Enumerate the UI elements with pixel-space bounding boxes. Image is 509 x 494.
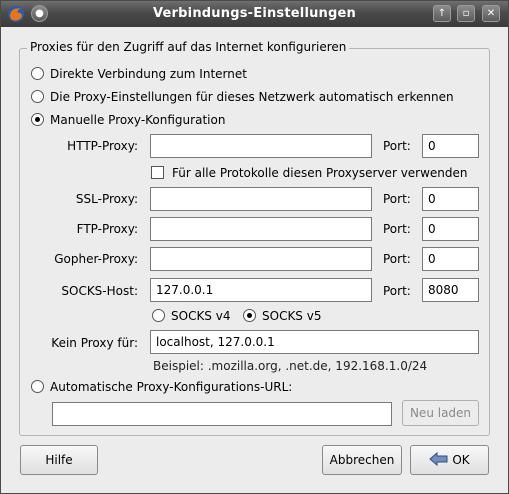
- socks-port-input[interactable]: [422, 278, 479, 302]
- no-proxy-example: Beispiel: .mozilla.org, .net.de, 192.168…: [153, 359, 428, 373]
- manual-radio[interactable]: [31, 113, 44, 126]
- gopher-proxy-input[interactable]: [150, 247, 372, 271]
- manual-label[interactable]: Manuelle Proxy-Konfiguration: [50, 113, 225, 127]
- http-port-label: Port:: [383, 139, 411, 153]
- ssl-proxy-label: SSL-Proxy:: [75, 192, 138, 206]
- auto-url-radio[interactable]: [31, 380, 44, 393]
- same-proxy-checkbox[interactable]: [151, 166, 164, 179]
- auto-url-input[interactable]: [52, 402, 392, 426]
- socks-host-input[interactable]: [150, 278, 372, 302]
- direct-label[interactable]: Direkte Verbindung zum Internet: [50, 67, 247, 81]
- title-bar[interactable]: ● Verbindungs-Einstellungen ↑ ▫ ✕: [1, 1, 508, 27]
- ok-label: OK: [452, 453, 470, 467]
- restore-button[interactable]: ▫: [457, 5, 475, 22]
- reload-button[interactable]: Neu laden: [402, 400, 479, 426]
- ssl-port-input[interactable]: [422, 187, 479, 211]
- maximize-button[interactable]: ↑: [433, 5, 451, 22]
- direct-radio[interactable]: [31, 67, 44, 80]
- ftp-proxy-label: FTP-Proxy:: [76, 222, 138, 236]
- http-proxy-label: HTTP-Proxy:: [67, 139, 138, 153]
- cancel-button[interactable]: Abbrechen: [322, 445, 402, 475]
- auto-detect-radio[interactable]: [31, 90, 44, 103]
- http-port-input[interactable]: [422, 134, 479, 158]
- no-proxy-input[interactable]: [150, 330, 479, 354]
- no-proxy-label: Kein Proxy für:: [51, 336, 138, 350]
- group-legend: Proxies für den Zugriff auf das Internet…: [27, 40, 350, 54]
- same-proxy-label[interactable]: Für alle Protokolle diesen Proxyserver v…: [172, 166, 468, 180]
- ok-button[interactable]: OK: [410, 445, 489, 475]
- dialog-window: ● Verbindungs-Einstellungen ↑ ▫ ✕ Proxie…: [0, 0, 509, 494]
- ftp-port-label: Port:: [383, 222, 411, 236]
- back-arrow-icon: [429, 451, 449, 470]
- close-button[interactable]: ✕: [482, 5, 500, 22]
- ssl-port-label: Port:: [383, 192, 411, 206]
- window-title: Verbindungs-Einstellungen: [152, 6, 356, 21]
- socks-v5-label[interactable]: SOCKS v5: [262, 309, 321, 323]
- socks-v5-radio[interactable]: [243, 309, 256, 322]
- socks-port-label: Port:: [383, 284, 411, 298]
- http-proxy-input[interactable]: [150, 134, 372, 158]
- socks-v4-label[interactable]: SOCKS v4: [171, 309, 230, 323]
- ssl-proxy-input[interactable]: [150, 187, 372, 211]
- ftp-port-input[interactable]: [422, 217, 479, 241]
- auto-url-label[interactable]: Automatische Proxy-Konfigurations-URL:: [50, 380, 292, 394]
- gopher-proxy-label: Gopher-Proxy:: [54, 252, 138, 266]
- socks-host-label: SOCKS-Host:: [61, 284, 138, 298]
- socks-v4-radio[interactable]: [152, 309, 165, 322]
- gopher-port-input[interactable]: [422, 247, 479, 271]
- proxy-group-box: [19, 48, 490, 436]
- auto-detect-label[interactable]: Die Proxy-Einstellungen für dieses Netzw…: [50, 90, 454, 104]
- gopher-port-label: Port:: [383, 252, 411, 266]
- help-button[interactable]: Hilfe: [20, 445, 98, 475]
- ftp-proxy-input[interactable]: [150, 217, 372, 241]
